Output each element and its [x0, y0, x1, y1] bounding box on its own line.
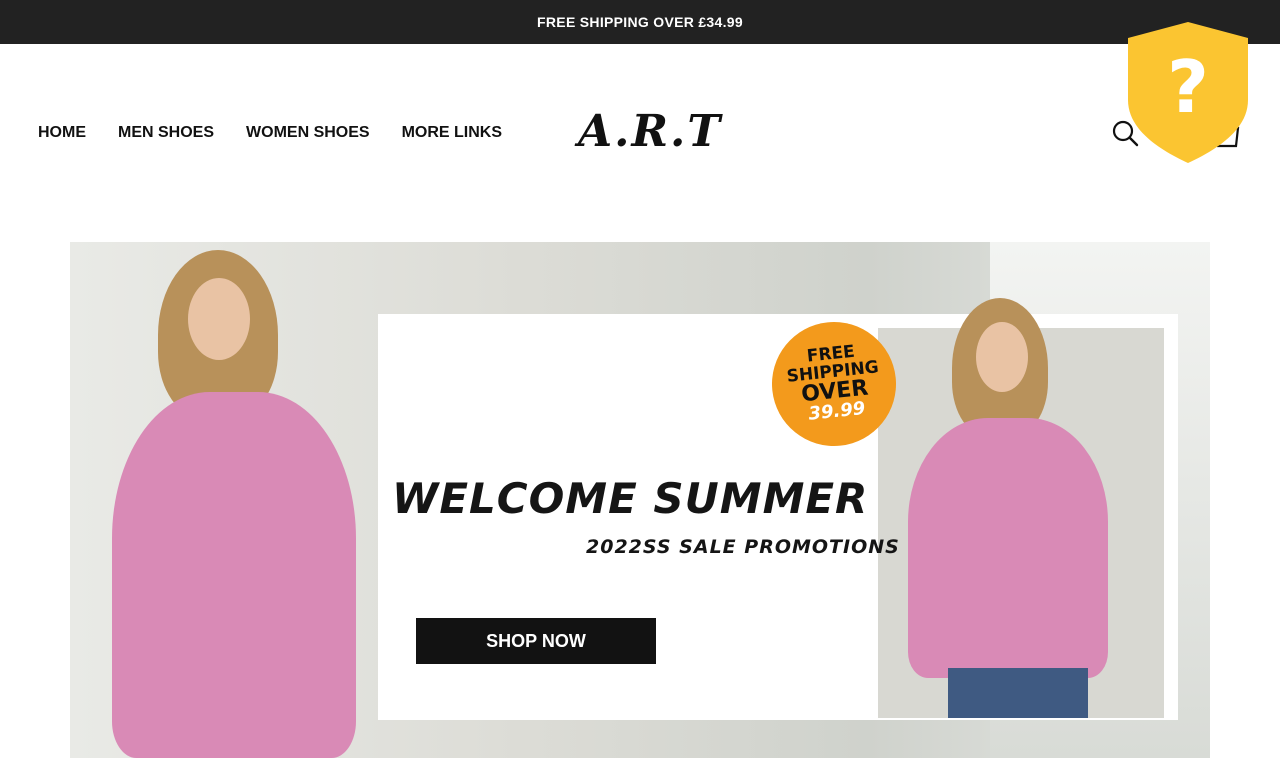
nav-home[interactable]: HOME	[38, 124, 86, 142]
site-logo[interactable]: A.R.T	[578, 102, 720, 162]
site-header: HOME MEN SHOES WOMEN SHOES MORE LINKS A.…	[0, 44, 1280, 224]
model-left-image	[80, 242, 380, 758]
free-ship-amount: 39.99	[807, 398, 867, 426]
promo-title: WELCOME SUMMER	[392, 474, 869, 523]
announcement-bar: FREE SHIPPING OVER £34.99	[0, 0, 1280, 44]
shop-now-button[interactable]: SHOP NOW	[416, 618, 656, 664]
nav-women-shoes[interactable]: WOMEN SHOES	[246, 124, 370, 142]
badge-symbol: ?	[1167, 45, 1209, 129]
nav-men-shoes[interactable]: MEN SHOES	[118, 124, 214, 142]
shield-question-icon[interactable]: ?	[1126, 20, 1250, 164]
main-nav: HOME MEN SHOES WOMEN SHOES MORE LINKS	[38, 124, 502, 142]
announcement-text: FREE SHIPPING OVER £34.99	[537, 14, 743, 30]
hero-banner[interactable]: FREE SHIPPING OVER 39.99 WELCOME SUMMER …	[70, 242, 1210, 758]
nav-more-links[interactable]: MORE LINKS	[402, 124, 502, 142]
promo-card: FREE SHIPPING OVER 39.99 WELCOME SUMMER …	[378, 298, 1178, 720]
model-right-image	[878, 298, 1164, 718]
promo-subtitle: 2022SS SALE PROMOTIONS	[586, 536, 900, 558]
